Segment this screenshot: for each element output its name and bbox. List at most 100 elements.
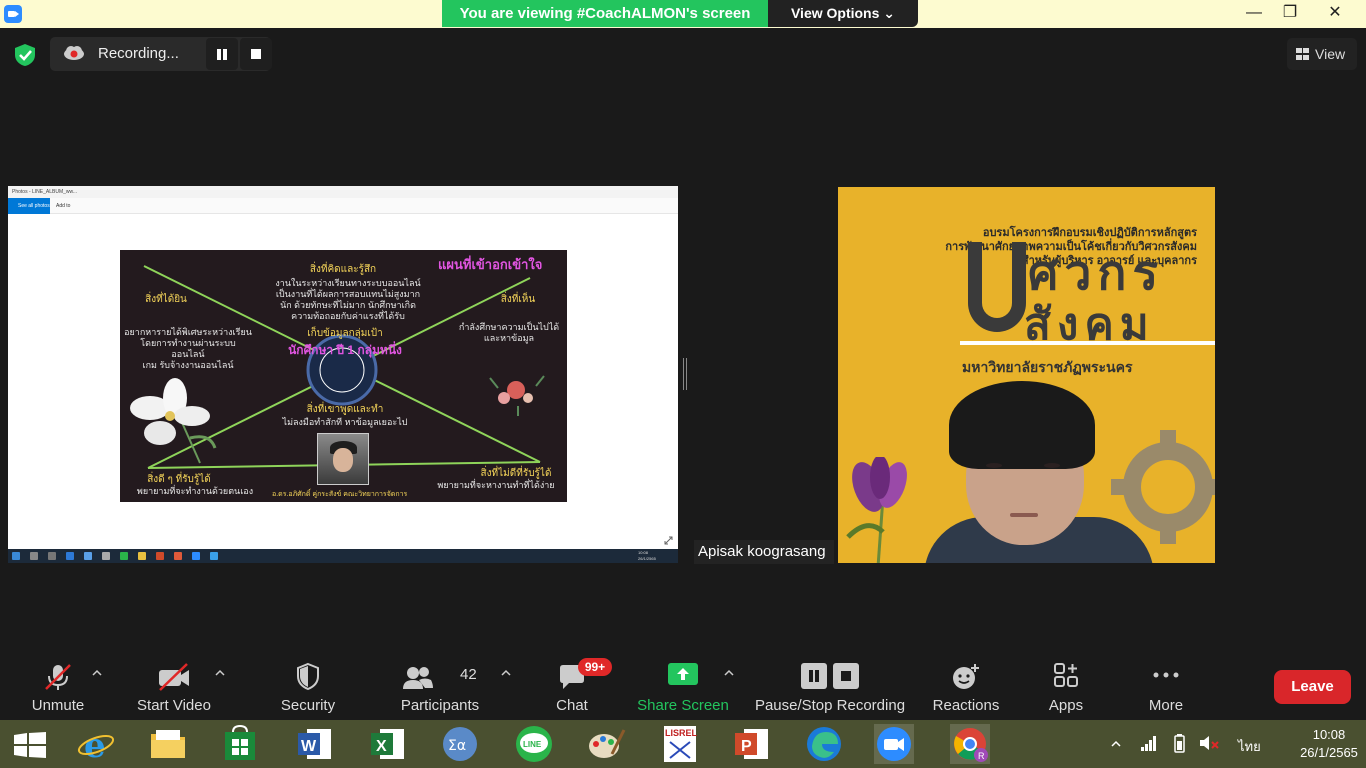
volume-muted-icon[interactable] [1198,734,1220,752]
minimize-icon[interactable]: — [1234,0,1274,28]
internet-explorer-icon[interactable]: e [76,724,116,766]
svg-text:LINE: LINE [523,740,542,749]
view-options-label: View Options [790,5,880,21]
unmute-label: Unmute [31,697,85,714]
shared-app-icon [156,552,164,560]
shared-start-icon [12,552,20,560]
participants-icon [403,667,433,689]
microsoft-store-icon[interactable] [220,724,260,764]
think-feel-body: งานในระหว่างเรียนทางระบบออนไลน์ เป็นงานท… [275,278,421,321]
zoom-taskbar-icon[interactable] [874,724,914,764]
paint-icon[interactable] [586,724,626,764]
see-body: กำลังศึกษาความเป็นไปได้ และหาข้อมูล [458,322,560,343]
apps-button[interactable]: Apps [1040,652,1092,720]
language-indicator[interactable]: ไทย [1238,736,1261,757]
svg-text:LISREL: LISREL [665,728,698,738]
encryption-shield-icon[interactable] [12,42,38,68]
split-divider-handle[interactable] [683,358,687,390]
svg-text:R: R [978,751,985,761]
system-clock[interactable]: 10:08 26/1/2565 [1298,726,1360,762]
close-icon[interactable]: ✕ [1315,0,1355,28]
center-line-1: เก็บข้อมูลกลุ่มเป้า [307,328,383,339]
lisrel-icon[interactable]: LISREL [660,724,700,764]
shared-search-icon [30,552,38,560]
hear-heading: สิ่งที่ได้ยิน [145,294,187,305]
shared-clock: 10:08 26/1/2565 [638,550,656,561]
view-label: View [1315,46,1346,62]
unmute-button[interactable]: Unmute [22,652,94,720]
file-explorer-icon[interactable] [148,724,188,764]
purple-flower-decoration-icon [846,457,907,563]
expand-icon[interactable] [664,536,673,545]
shared-screen[interactable]: Photos - LINE_ALBUM_ww... See all photos… [8,186,678,563]
say-do-heading: สิ่งที่เขาพูดและทำ [306,404,384,415]
bad-heading: สิ่งที่ไม่ดีที่รับรู้ได้ [480,468,552,479]
more-dots-icon [1153,672,1179,678]
see-all-photos-button[interactable]: See all photos [8,198,50,214]
slide-footer: อ.ดร.อภิศักดิ์ คู่กระสังข์ คณะวิทยาการจั… [272,491,408,498]
center-line-2: นักศึกษา ปี 1 กลุ่มหนึ่ง [288,343,402,357]
svg-text:Σα: Σα [448,738,466,754]
zoom-logo-icon [4,5,22,23]
participants-button[interactable]: 42 Participants [396,652,484,720]
photos-toolbar: See all photos Add to [8,198,678,214]
share-options-caret-icon[interactable] [724,668,734,678]
clock-date: 26/1/2565 [1300,745,1358,760]
shared-photos-icon [210,552,218,560]
add-to-button[interactable]: Add to [56,198,70,214]
more-button[interactable]: More [1138,652,1194,720]
participant-video[interactable]: อบรมโครงการฝึกอบรมเชิงปฏิบัติการหลักสูตร… [838,187,1215,563]
math-input-icon[interactable]: Σα [440,724,480,764]
windows-taskbar: e W X Σα LINE LISREL P R ไทย 10:08 26/1/… [0,720,1366,768]
share-screen-label: Share Screen [637,697,729,714]
show-hidden-icons-icon[interactable] [1110,738,1122,750]
more-label: More [1148,697,1184,714]
reactions-label: Reactions [932,697,1000,714]
windows-start-icon[interactable] [14,732,46,758]
shared-taskbar: 10:08 26/1/2565 [8,549,678,563]
maximize-icon[interactable]: ❐ [1270,0,1310,28]
security-shield-icon [297,662,319,691]
audio-options-caret-icon[interactable] [92,668,102,678]
start-video-button[interactable]: Start Video [132,652,216,720]
stop-recording-icon[interactable] [240,38,272,70]
reactions-button[interactable]: Reactions [930,652,1002,720]
apps-icon [1054,663,1078,687]
share-screen-icon [668,663,698,685]
line-icon[interactable]: LINE [514,724,554,764]
battery-icon[interactable] [1170,733,1188,753]
video-off-icon [159,663,189,691]
white-flower-decoration-icon [130,378,217,464]
shared-app-icon [102,552,110,560]
shared-app-icon [174,552,182,560]
security-button[interactable]: Security [276,652,340,720]
svg-text:e: e [84,726,106,764]
security-label: Security [280,697,336,714]
share-screen-button[interactable]: Share Screen [636,652,730,720]
photos-app-titlebar: Photos - LINE_ALBUM_ww... [8,186,678,198]
pause-recording-icon[interactable] [206,38,238,70]
background-title-2: สังคม [1024,300,1155,349]
leave-button[interactable]: Leave [1274,670,1351,704]
svg-text:P: P [741,738,752,755]
pause-stop-recording-button[interactable]: Pause/Stop Recording [752,652,908,720]
video-options-caret-icon[interactable] [215,668,225,678]
view-button[interactable]: View [1287,38,1357,70]
chrome-icon[interactable]: R [950,724,990,764]
bad-body: พยายามที่จะหางานทำที่ได้ง่าย [437,480,555,490]
background-university: มหาวิทยาลัยราชภัฏพระนคร [962,359,1133,375]
presenter-photo [317,433,369,485]
shared-line-icon [120,552,128,560]
hear-body: อยากหารายได้พิเศษระหว่างเรียน โดยการทำงา… [124,327,252,370]
network-signal-icon[interactable] [1140,734,1158,752]
meeting-toolbar: Unmute Start Video Security 42 Participa… [0,652,1366,720]
participant-name-tag: Apisak koograsang [694,540,834,564]
powerpoint-icon[interactable]: P [732,724,772,764]
participants-options-caret-icon[interactable] [501,668,511,678]
microphone-muted-icon [45,664,71,690]
word-icon[interactable]: W [295,724,335,764]
view-options-button[interactable]: View Options ⌄ [768,0,918,27]
see-heading: สิ่งที่เห็น [500,294,536,305]
excel-icon[interactable]: X [368,724,408,764]
edge-icon[interactable] [804,724,844,764]
